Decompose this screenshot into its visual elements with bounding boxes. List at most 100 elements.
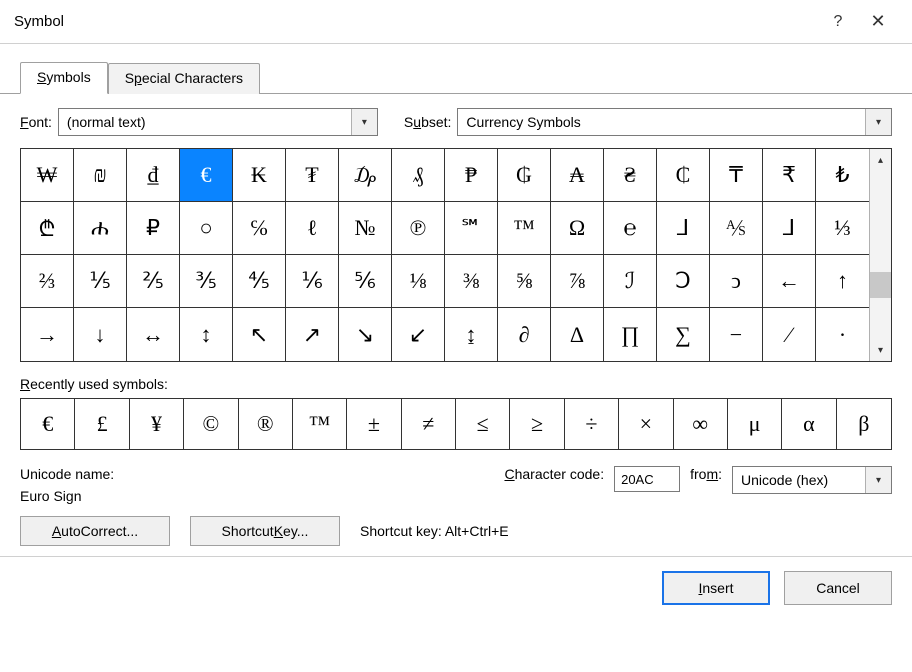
recent-symbol-cell[interactable]: ≥ xyxy=(510,399,564,449)
recent-symbol-cell[interactable]: × xyxy=(619,399,673,449)
symbol-cell[interactable]: ↙ xyxy=(392,308,445,361)
symbol-cell[interactable]: ⅘ xyxy=(233,255,286,308)
recent-symbol-cell[interactable]: € xyxy=(21,399,75,449)
symbol-cell[interactable]: ℗ xyxy=(392,202,445,255)
scroll-thumb[interactable] xyxy=(870,272,891,298)
symbol-cell[interactable]: ∆ xyxy=(551,308,604,361)
grid-scrollbar[interactable]: ▴ ▾ xyxy=(869,149,891,361)
symbol-cell[interactable]: ℅ xyxy=(233,202,286,255)
symbol-cell[interactable]: ₭ xyxy=(233,149,286,202)
insert-button[interactable]: Insert xyxy=(662,571,770,605)
symbol-cell[interactable]: ∏ xyxy=(604,308,657,361)
recent-symbol-cell[interactable]: ± xyxy=(347,399,401,449)
symbol-cell[interactable]: ₹ xyxy=(763,149,816,202)
recent-symbol-cell[interactable]: ∞ xyxy=(674,399,728,449)
symbol-cell[interactable]: ₳ xyxy=(551,149,604,202)
recent-symbol-cell[interactable]: ¥ xyxy=(130,399,184,449)
scroll-down-icon[interactable]: ▾ xyxy=(870,339,891,361)
shortcut-key-button[interactable]: Shortcut Key... xyxy=(190,516,340,546)
symbol-cell[interactable]: ∑ xyxy=(657,308,710,361)
subset-combo-button[interactable]: ▾ xyxy=(865,109,891,135)
symbol-cell[interactable]: ሐ xyxy=(74,202,127,255)
symbol-cell[interactable]: ↕ xyxy=(180,308,233,361)
recent-symbol-cell[interactable]: ÷ xyxy=(565,399,619,449)
symbol-cell[interactable]: ⅜ xyxy=(445,255,498,308)
symbol-cell[interactable]: ⅗ xyxy=(180,255,233,308)
symbol-cell[interactable]: ↗ xyxy=(286,308,339,361)
symbol-cell[interactable]: ↑ xyxy=(816,255,869,308)
symbol-cell[interactable]: ₲ xyxy=(498,149,551,202)
recent-symbol-cell[interactable]: ™ xyxy=(293,399,347,449)
symbol-cell[interactable]: ⅝ xyxy=(498,255,551,308)
help-icon[interactable]: ? xyxy=(818,13,858,31)
tab-symbols[interactable]: Symbols xyxy=(20,62,108,94)
autocorrect-button[interactable]: AutoCorrect... xyxy=(20,516,170,546)
subset-combo[interactable]: Currency Symbols ▾ xyxy=(457,108,892,136)
symbol-cell[interactable]: № xyxy=(339,202,392,255)
symbol-cell[interactable]: Ↄ xyxy=(657,255,710,308)
symbol-cell[interactable]: ₺ xyxy=(816,149,869,202)
symbol-cell[interactable]: ™ xyxy=(498,202,551,255)
recent-symbol-cell[interactable]: ® xyxy=(239,399,293,449)
symbol-cell[interactable]: ∙ xyxy=(816,308,869,361)
recent-symbol-cell[interactable]: ≠ xyxy=(402,399,456,449)
recent-symbol-cell[interactable]: β xyxy=(837,399,891,449)
scroll-track[interactable] xyxy=(870,171,891,339)
tab-special-characters[interactable]: Special Characters xyxy=(108,63,260,94)
symbol-cell[interactable]: ℓ xyxy=(286,202,339,255)
font-combo-button[interactable]: ▾ xyxy=(351,109,377,135)
symbol-cell[interactable]: ⅍ xyxy=(710,202,763,255)
symbol-cell[interactable]: ₩ xyxy=(21,149,74,202)
symbol-cell[interactable]: ℐ xyxy=(604,255,657,308)
recent-symbol-cell[interactable]: © xyxy=(184,399,238,449)
symbol-cell[interactable]: ₽ xyxy=(127,202,180,255)
symbol-cell[interactable]: ₸ xyxy=(710,149,763,202)
recent-symbol-cell[interactable]: μ xyxy=(728,399,782,449)
recent-symbol-cell[interactable]: ≤ xyxy=(456,399,510,449)
from-combo-button[interactable]: ▾ xyxy=(865,467,891,493)
symbol-cell[interactable]: ⅖ xyxy=(127,255,180,308)
symbol-cell[interactable]: ↄ xyxy=(710,255,763,308)
symbol-cell[interactable]: ○ xyxy=(180,202,233,255)
symbol-cell[interactable]: € xyxy=(180,149,233,202)
symbol-cell[interactable]: ↨ xyxy=(445,308,498,361)
symbol-cell[interactable]: ⅚ xyxy=(339,255,392,308)
character-code-input[interactable] xyxy=(614,466,680,492)
symbol-cell[interactable]: ↘ xyxy=(339,308,392,361)
symbol-cell[interactable]: ∕ xyxy=(763,308,816,361)
symbol-cell[interactable]: ↔ xyxy=(127,308,180,361)
symbol-cell[interactable]: ₴ xyxy=(604,149,657,202)
symbol-cell[interactable]: ↓ xyxy=(74,308,127,361)
symbol-cell[interactable]: ⅃ xyxy=(657,202,710,255)
symbol-cell[interactable]: ∂ xyxy=(498,308,551,361)
symbol-cell[interactable]: ₱ xyxy=(445,149,498,202)
symbol-cell[interactable]: ⅃ xyxy=(763,202,816,255)
symbol-cell[interactable]: ℮ xyxy=(604,202,657,255)
symbol-cell[interactable]: ← xyxy=(763,255,816,308)
symbol-cell[interactable]: ⅙ xyxy=(286,255,339,308)
cancel-button[interactable]: Cancel xyxy=(784,571,892,605)
symbol-cell[interactable]: ⅞ xyxy=(551,255,604,308)
symbol-cell[interactable]: ⅕ xyxy=(74,255,127,308)
symbol-cell[interactable]: ₫ xyxy=(127,149,180,202)
symbol-cell[interactable]: → xyxy=(21,308,74,361)
symbol-cell[interactable]: ℠ xyxy=(445,202,498,255)
symbol-cell[interactable]: ₰ xyxy=(392,149,445,202)
symbol-cell[interactable]: ⅔ xyxy=(21,255,74,308)
from-combo[interactable]: Unicode (hex) ▾ xyxy=(732,466,892,494)
symbol-cell[interactable]: Ω xyxy=(551,202,604,255)
symbol-cell[interactable]: ₪ xyxy=(74,149,127,202)
symbol-cell[interactable]: ⅛ xyxy=(392,255,445,308)
symbol-cell[interactable]: ₯ xyxy=(339,149,392,202)
symbol-cell[interactable]: ₾ xyxy=(21,202,74,255)
symbol-cell[interactable]: − xyxy=(710,308,763,361)
scroll-up-icon[interactable]: ▴ xyxy=(870,149,891,171)
symbol-cell[interactable]: ↖ xyxy=(233,308,286,361)
symbol-cell[interactable]: ₵ xyxy=(657,149,710,202)
recent-symbol-cell[interactable]: £ xyxy=(75,399,129,449)
symbol-cell[interactable]: ₮ xyxy=(286,149,339,202)
symbol-cell[interactable]: ⅓ xyxy=(816,202,869,255)
close-icon[interactable]: ✕ xyxy=(858,11,898,32)
recent-symbol-cell[interactable]: α xyxy=(782,399,836,449)
font-combo[interactable]: (normal text) ▾ xyxy=(58,108,378,136)
